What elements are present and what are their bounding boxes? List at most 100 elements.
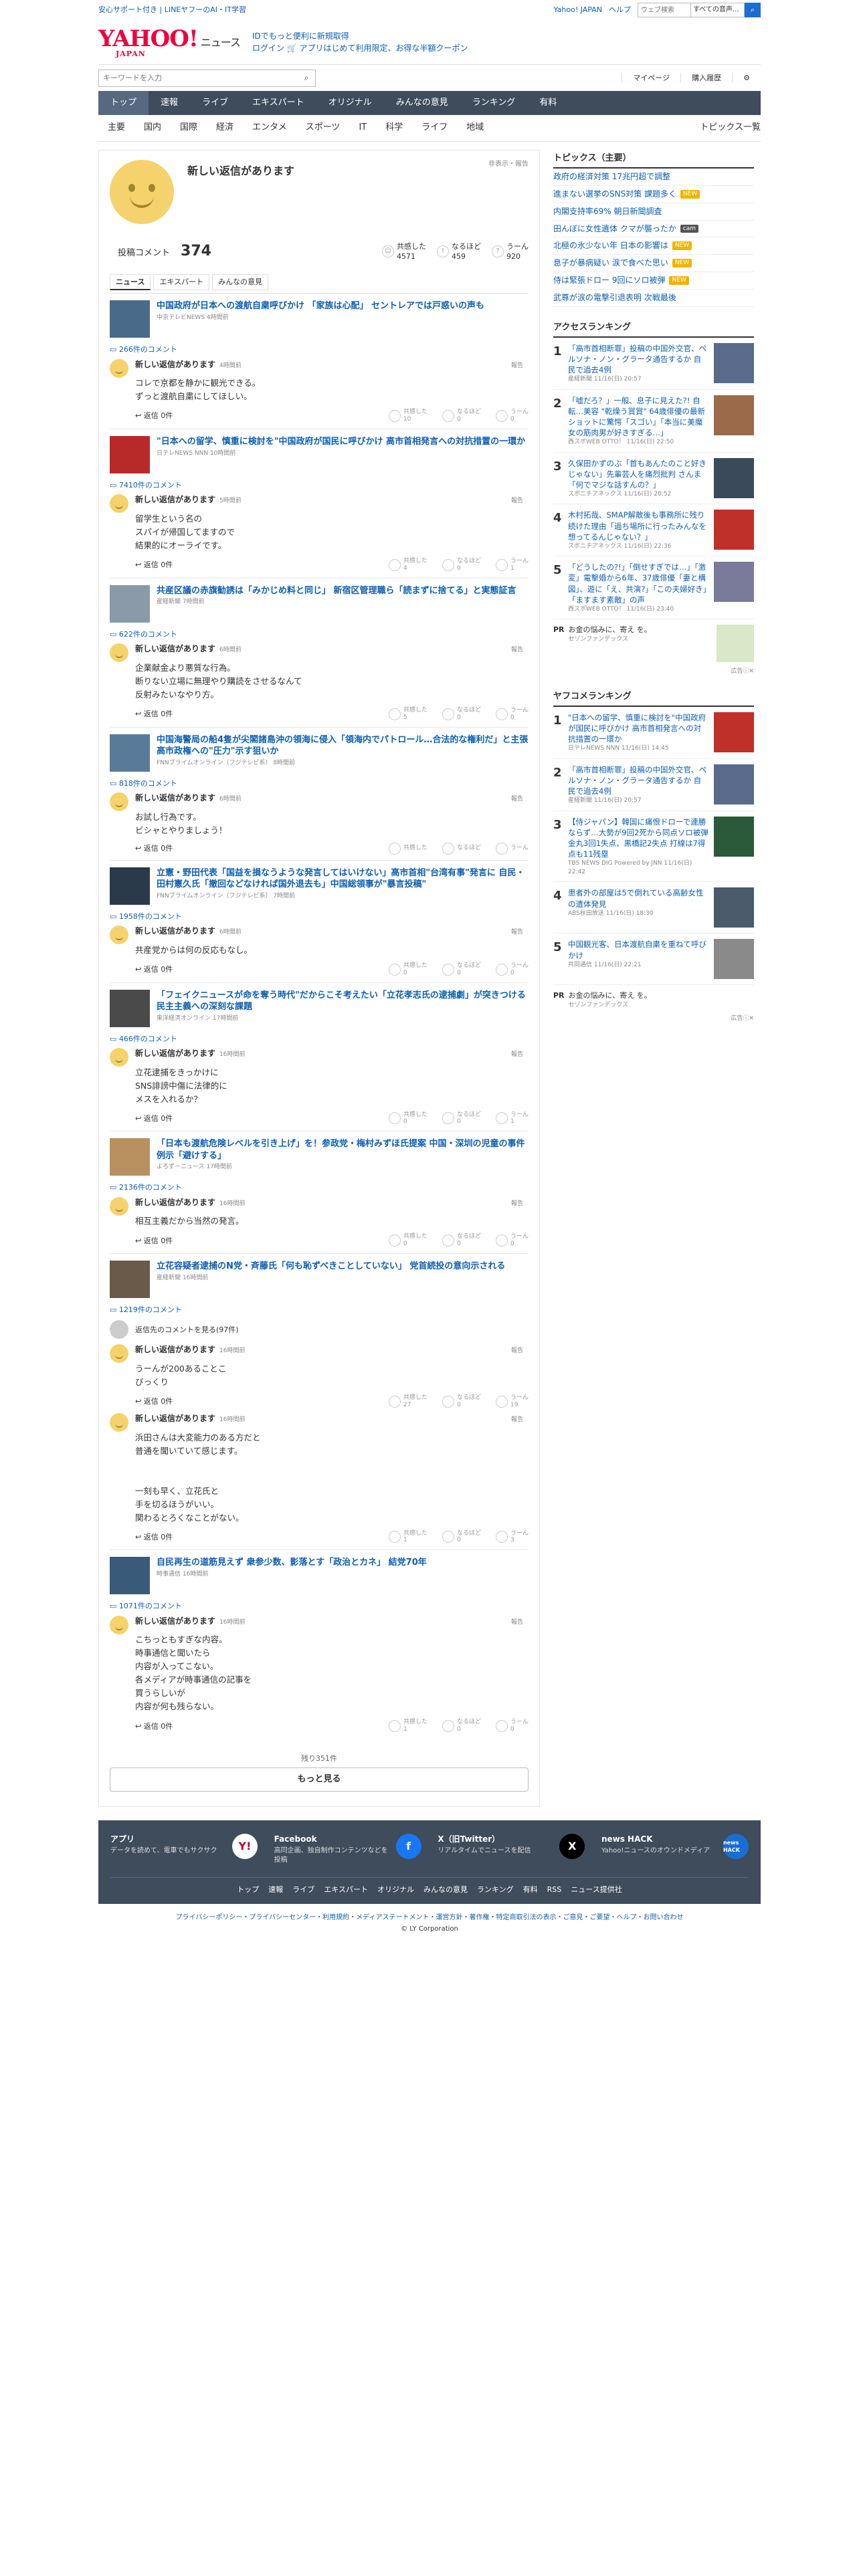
- article-link[interactable]: 自民再生の道筋見えず 衆参少数、影落とす「政治とカネ」 結党70年 時事通信 16…: [110, 1557, 529, 1595]
- cat-it[interactable]: IT: [349, 122, 376, 134]
- footer-col[interactable]: アプリ データを読めて、電車でもサクサク Y!: [110, 1834, 258, 1864]
- report-link[interactable]: 報告: [511, 362, 523, 370]
- search-scope-select[interactable]: すべての音声...: [691, 3, 745, 17]
- comment-count-link[interactable]: ▭ 266件のコメント: [110, 344, 529, 354]
- reply-button[interactable]: ↩ 返信 0件: [135, 1721, 173, 1731]
- ranking-item[interactable]: 3 久保田かずのぶ「首もあんたのこと好きじゃない」先輩芸人を痛烈批判 さんま「何で…: [553, 453, 754, 505]
- topic-item[interactable]: 武尊が涙の電撃引退表明 次戦最後: [553, 290, 754, 307]
- reply-button[interactable]: ↩ 返信 0件: [135, 964, 173, 974]
- article-link[interactable]: 立花容疑者逮捕のN党・斉藤氏「何も恥ずべきことしていない」 党首続投の意向示され…: [110, 1261, 529, 1299]
- article-title[interactable]: 「フェイクニュースが命を奪う時代"だからこそ考えたい「立花孝志氏の逮捕劇」が突き…: [157, 990, 529, 1013]
- vote-button[interactable]: なるほど 0: [442, 1394, 481, 1409]
- vote-button[interactable]: なるほど 0: [442, 1530, 481, 1545]
- vote-button[interactable]: うーん 1: [495, 558, 529, 572]
- vote-button[interactable]: 共感した 5: [388, 707, 427, 722]
- nav-expert[interactable]: エキスパート: [240, 91, 316, 115]
- vote-button[interactable]: 共感した 4: [388, 558, 427, 572]
- footer-col[interactable]: Facebook 高同企画、独自制作コンテンツなどを投稿 f: [274, 1834, 421, 1864]
- cat-local[interactable]: 地域: [457, 122, 493, 134]
- ranking-item[interactable]: 5 「どうしたの?!」「倒せすぎでは…」「激変」電撃婚から6年、37歳俳優「妻と構…: [553, 556, 754, 620]
- article-title[interactable]: 立憲・野田代表「国益を損なうような発言してはいけない」高市首相"台湾有事"発言に…: [157, 867, 529, 891]
- reply-button[interactable]: ↩ 返信 0件: [135, 1396, 173, 1406]
- login-link[interactable]: ログイン 🛒 アプリはじめて利用限定、お得な半額クーポン: [252, 42, 468, 54]
- cat-main[interactable]: 主要: [98, 122, 134, 134]
- article-link[interactable]: 「日本も渡航危険レベルを引き上げ」を！参政党・梅村みずほ氏提案 中国・深圳の児童…: [110, 1138, 529, 1176]
- nav-breaking[interactable]: 速報: [149, 91, 190, 115]
- comment-count-link[interactable]: ▭ 818件のコメント: [110, 778, 529, 788]
- vote-button[interactable]: うーん 0: [495, 409, 529, 423]
- ranking-item[interactable]: 1 「高市首相断罪」投稿の中国外交官、ペルソナ・ノン・グラータ通告するか 自民で過…: [553, 338, 754, 390]
- comment-count-link[interactable]: ▭ 1958件のコメント: [110, 911, 529, 922]
- tab-expert[interactable]: エキスパート: [153, 274, 210, 291]
- show-parent-comment[interactable]: 返信先のコメントを見る(97件): [110, 1320, 529, 1339]
- vote-button[interactable]: なるほど 0: [442, 558, 481, 572]
- comment-count-link[interactable]: ▭ 7410件のコメント: [110, 480, 529, 490]
- promo-link[interactable]: 安心サポート付き | LINEヤフーのAI・IT学習: [98, 5, 246, 15]
- topics-list-link[interactable]: トピックス一覧: [700, 122, 761, 134]
- nav-top[interactable]: トップ: [98, 91, 149, 115]
- article-link[interactable]: "日本への留学、慎重に検討を"中国政府が国民に呼びかけ 高市首相発言への対抗措置…: [110, 435, 529, 473]
- vote-button[interactable]: 共感した 1: [388, 1719, 427, 1733]
- reply-button[interactable]: ↩ 返信 0件: [135, 843, 173, 853]
- vote-button[interactable]: うーん 0: [495, 962, 529, 977]
- report-link[interactable]: 報告: [511, 497, 523, 506]
- vote-button[interactable]: 共感した: [388, 842, 427, 855]
- topic-item[interactable]: 進まない選挙のSNS対策 課題多く NEW: [553, 186, 754, 203]
- reply-button[interactable]: ↩ 返信 0件: [135, 709, 173, 719]
- load-more-button[interactable]: もっと見る: [110, 1767, 529, 1792]
- vote-button[interactable]: うーん 0: [495, 1233, 529, 1248]
- cat-world[interactable]: 国際: [171, 122, 207, 134]
- search-icon[interactable]: ⌕: [745, 3, 761, 17]
- cat-entertainment[interactable]: エンタメ: [243, 122, 296, 134]
- topic-item[interactable]: 侍は緊張ドロー 9回にソロ被弾 NEW: [553, 272, 754, 290]
- article-title[interactable]: 「日本も渡航危険レベルを引き上げ」を！参政党・梅村みずほ氏提案 中国・深圳の児童…: [157, 1138, 529, 1162]
- footer-link[interactable]: エキスパート: [324, 1885, 368, 1895]
- footer-link[interactable]: 速報: [268, 1885, 283, 1895]
- footer-col[interactable]: news HACK Yahoo!ニュースのオウンドメディア news HACK: [601, 1834, 749, 1864]
- yahoo-japan-link[interactable]: Yahoo! JAPAN: [553, 5, 602, 15]
- footer-link[interactable]: オリジナル: [377, 1885, 414, 1895]
- web-search-input[interactable]: [638, 3, 691, 17]
- vote-button[interactable]: うーん 3: [495, 1530, 529, 1545]
- ad-note[interactable]: 広告ⓘ✕: [553, 667, 754, 676]
- article-link[interactable]: 「フェイクニュースが命を奪う時代"だからこそ考えたい「立花孝志氏の逮捕劇」が突き…: [110, 989, 529, 1027]
- ranking-item[interactable]: 3 【侍ジャパン】韓国に痛恨ドローで連勝ならず…大勢が9回2死から同点ソロ被弾 金…: [553, 811, 754, 883]
- article-link[interactable]: 立憲・野田代表「国益を損なうような発言してはいけない」高市首相"台湾有事"発言に…: [110, 867, 529, 905]
- article-title[interactable]: 中国政府が日本への渡航自粛呼びかけ 「家族は心配」 セントレアでは戸惑いの声も: [157, 300, 484, 312]
- footer-link[interactable]: トップ: [237, 1885, 259, 1895]
- keyword-input[interactable]: [99, 70, 298, 86]
- report-link[interactable]: 報告: [511, 1347, 523, 1356]
- footer-link[interactable]: ライブ: [292, 1885, 314, 1895]
- ranking-item[interactable]: 1 "日本への留学、慎重に検討を"中国政府が国民に呼びかけ 高市首相発言への対抗措…: [553, 707, 754, 759]
- article-link[interactable]: 中国海警局の船4隻が尖閣諸島沖の領海に侵入「領海内でパトロール…合法的な権利だ」…: [110, 734, 529, 772]
- vote-button[interactable]: 共感した 0: [388, 1111, 427, 1126]
- vote-button[interactable]: 共感した 1: [388, 1530, 427, 1545]
- report-link[interactable]: 報告: [511, 928, 523, 937]
- cat-economy[interactable]: 経済: [207, 122, 243, 134]
- cat-sports[interactable]: スポーツ: [296, 122, 350, 134]
- footer-link[interactable]: 有料: [523, 1885, 538, 1895]
- tab-opinion[interactable]: みんなの意見: [212, 274, 269, 291]
- vote-button[interactable]: うーん 19: [495, 1394, 529, 1409]
- ranking-item[interactable]: 4 患者外の部屋は5で倒れている高齢女性の遺体発見 ABS秋田放送 11/16(日)…: [553, 882, 754, 934]
- reply-button[interactable]: ↩ 返信 0件: [135, 411, 173, 421]
- article-title[interactable]: 自民再生の道筋見えず 衆参少数、影落とす「政治とカネ」 結党70年: [157, 1557, 427, 1569]
- tab-news[interactable]: ニュース: [110, 274, 151, 291]
- vote-button[interactable]: なるほど 0: [442, 409, 481, 423]
- vote-button[interactable]: うーん 0: [495, 1719, 529, 1733]
- report-link[interactable]: 報告: [511, 795, 523, 804]
- signup-link[interactable]: IDでもっと便利に新規取得: [252, 30, 468, 42]
- article-title[interactable]: 中国海警局の船4隻が尖閣諸島沖の領海に侵入「領海内でパトロール…合法的な権利だ」…: [157, 734, 529, 758]
- reply-button[interactable]: ↩ 返信 0件: [135, 1236, 173, 1246]
- article-title[interactable]: 立花容疑者逮捕のN党・斉藤氏「何も恥ずべきことしていない」 党首続投の意向示され…: [157, 1261, 505, 1273]
- report-link[interactable]: 報告: [511, 646, 523, 655]
- vote-button[interactable]: なるほど 0: [442, 1111, 481, 1126]
- vote-button[interactable]: なるほど 0: [442, 962, 481, 977]
- reply-button[interactable]: ↩ 返信 0件: [135, 1113, 173, 1123]
- topic-item[interactable]: 内閣支持率69% 朝日新聞調査: [553, 203, 754, 221]
- reply-button[interactable]: ↩ 返信 0件: [135, 1532, 173, 1542]
- footer-col[interactable]: X（旧Twitter） リアルタイムでニュースを配信 X: [438, 1834, 585, 1864]
- vote-button[interactable]: うーん 0: [495, 707, 529, 722]
- comment-count-link[interactable]: ▭ 2136件のコメント: [110, 1182, 529, 1192]
- vote-button[interactable]: 共感した 0: [388, 1233, 427, 1248]
